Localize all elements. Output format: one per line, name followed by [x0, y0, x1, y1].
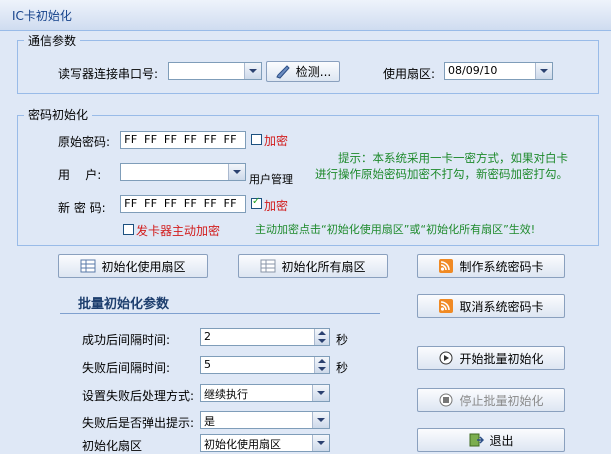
sector-label: 使用扇区:	[383, 67, 436, 81]
user-label: 用 户:	[58, 168, 102, 182]
new-encrypt-checkbox[interactable]	[251, 196, 262, 209]
fail-action-select[interactable]: 继续执行	[200, 384, 330, 402]
orig-pwd-input[interactable]: FF FF FF FF FF FF	[120, 131, 246, 149]
hint-line-1: 提示：本系统采用一卡一密方式，如果对白卡	[338, 151, 568, 165]
fail-unit: 秒	[336, 361, 349, 375]
success-interval-spinner[interactable]: 2	[200, 328, 330, 346]
port-select[interactable]	[168, 62, 262, 80]
new-encrypt-label: 加密	[264, 199, 289, 213]
init-all-sectors-label: 初始化所有扇区	[281, 259, 366, 274]
init-used-sectors-label: 初始化使用扇区	[101, 259, 186, 274]
detect-button[interactable]: 检测...	[266, 61, 340, 82]
cancel-system-card-label: 取消系统密码卡	[459, 299, 544, 314]
exit-icon	[468, 433, 485, 447]
comm-legend: 通信参数	[24, 32, 81, 49]
chevron-down-icon[interactable]	[312, 435, 329, 451]
hint-line-2: 进行操作原始密码加密不打勾，新密码加密打勾。	[315, 167, 568, 181]
port-label: 读写器连接串口号:	[58, 67, 159, 81]
make-system-card-label: 制作系统密码卡	[459, 259, 544, 274]
fail-action-label: 设置失败后处理方式:	[82, 389, 195, 403]
chevron-down-icon[interactable]	[535, 63, 552, 79]
fail-interval-value: 5	[204, 358, 211, 371]
start-batch-button[interactable]: 开始批量初始化	[417, 346, 565, 370]
batch-title: 批量初始化参数	[78, 297, 170, 312]
orig-pwd-label: 原始密码:	[58, 135, 111, 149]
exit-label: 退出	[489, 433, 514, 448]
spin-arrows-icon[interactable]	[314, 329, 329, 345]
table-icon	[260, 259, 276, 273]
batch-title-divider	[60, 313, 380, 314]
order-select[interactable]: 初始化使用扇区	[200, 434, 330, 452]
start-batch-label: 开始批量初始化	[459, 351, 544, 366]
popup-label: 失败后是否弹出提示:	[82, 416, 195, 430]
rss-icon	[438, 259, 454, 273]
table-icon	[80, 259, 96, 273]
new-pwd-input[interactable]: FF FF FF FF FF FF	[120, 195, 246, 213]
orig-encrypt-label: 加密	[264, 134, 289, 148]
window-title: IC卡初始化	[12, 9, 72, 23]
sector-value: 08/09/10	[448, 64, 498, 77]
popup-value: 是	[204, 415, 215, 428]
order-label: 初始化扇区	[82, 439, 143, 453]
chevron-down-icon[interactable]	[312, 412, 329, 428]
user-mgmt-link[interactable]: 用户管理	[249, 171, 293, 187]
chevron-down-icon[interactable]	[228, 164, 245, 180]
cancel-system-card-button[interactable]: 取消系统密码卡	[417, 294, 565, 318]
make-system-card-button[interactable]: 制作系统密码卡	[417, 254, 565, 278]
order-value: 初始化使用扇区	[204, 438, 281, 451]
pwd-legend: 密码初始化	[24, 106, 93, 123]
init-all-sectors-button[interactable]: 初始化所有扇区	[238, 254, 388, 278]
success-unit: 秒	[336, 333, 349, 347]
chevron-down-icon[interactable]	[244, 63, 261, 79]
chevron-down-icon[interactable]	[312, 385, 329, 401]
spin-arrows-icon[interactable]	[314, 357, 329, 373]
fail-interval-label: 失败后间隔时间:	[82, 361, 171, 375]
exit-button[interactable]: 退出	[417, 428, 565, 452]
title-bar: IC卡初始化	[0, 0, 611, 31]
detect-button-label: 检测...	[295, 65, 332, 79]
popup-select[interactable]: 是	[200, 411, 330, 429]
user-select[interactable]	[120, 163, 246, 181]
pen-icon	[275, 64, 291, 79]
stop-batch-label: 停止批量初始化	[459, 393, 544, 408]
sector-select[interactable]: 08/09/10	[444, 62, 553, 80]
hint-line-3: 主动加密点击“初始化使用扇区”或“初始化所有扇区”生效!	[255, 223, 536, 236]
orig-encrypt-checkbox[interactable]	[251, 134, 262, 145]
reader-encrypt-label: 发卡器主动加密	[136, 224, 221, 238]
success-interval-value: 2	[204, 330, 211, 343]
new-pwd-label: 新 密 码:	[58, 201, 106, 215]
play-icon	[438, 351, 454, 365]
reader-encrypt-checkbox[interactable]	[123, 224, 134, 235]
fail-interval-spinner[interactable]: 5	[200, 356, 330, 374]
stop-icon	[438, 393, 454, 407]
fail-action-value: 继续执行	[204, 388, 248, 401]
stop-batch-button[interactable]: 停止批量初始化	[417, 388, 565, 412]
success-interval-label: 成功后间隔时间:	[82, 333, 171, 347]
rss-icon	[438, 299, 454, 313]
init-used-sectors-button[interactable]: 初始化使用扇区	[58, 254, 208, 278]
